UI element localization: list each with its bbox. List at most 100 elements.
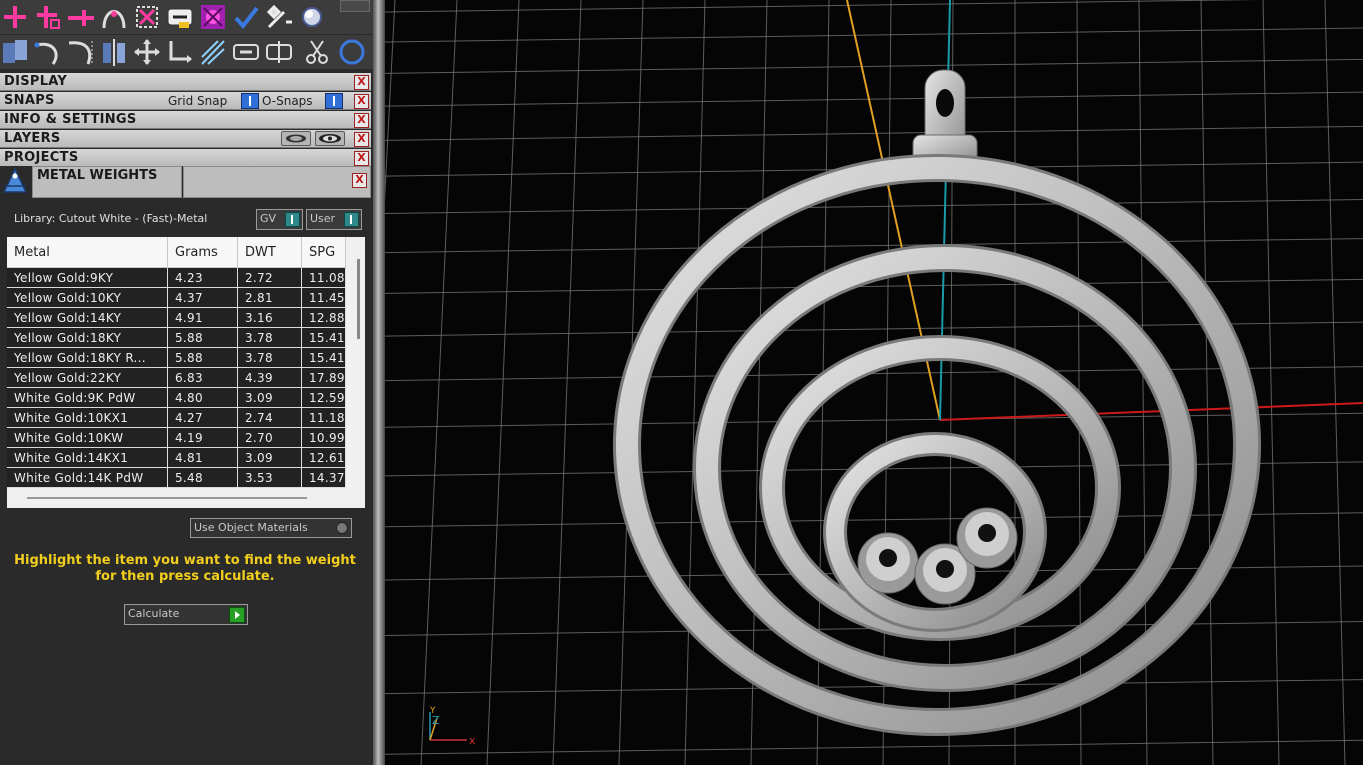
calculate-button[interactable]: Calculate: [124, 604, 248, 625]
table-row[interactable]: White Gold:14K PdW 5.48 3.53 14.37: [7, 467, 346, 488]
info-close-button[interactable]: X: [354, 113, 369, 128]
table-row[interactable]: White Gold:10KW 4.19 2.70 10.99: [7, 427, 346, 448]
add-point-grid-icon[interactable]: [33, 2, 63, 32]
spg-cell: 15.41: [301, 347, 346, 368]
grid-line: [385, 512, 1363, 528]
table-row[interactable]: Yellow Gold:22KY 6.83 4.39 17.89: [7, 367, 346, 388]
table-row[interactable]: White Gold:9K PdW 4.80 3.09 12.59: [7, 387, 346, 408]
sphere-icon[interactable]: [297, 2, 327, 32]
metal-cell: Yellow Gold:9KY: [7, 267, 168, 288]
viewport-canvas[interactable]: x Z Y: [385, 0, 1363, 765]
table-horizontal-scrollbar[interactable]: [27, 497, 307, 499]
table-row[interactable]: White Gold:14KX1 4.81 3.09 12.61: [7, 447, 346, 468]
grid-line: [420, 0, 458, 765]
o-snaps-toggle[interactable]: [325, 93, 343, 109]
dwt-cell: 3.09: [237, 447, 302, 468]
grid-line: [1324, 0, 1346, 765]
pendant-rings[interactable]: [613, 154, 1261, 736]
chain-link-icon[interactable]: [165, 2, 195, 32]
projects-section-header[interactable]: PROJECTS X: [0, 149, 371, 167]
spg-cell: 12.88: [301, 307, 346, 328]
projects-close-button[interactable]: X: [354, 151, 369, 166]
metal-cell: White Gold:14K PdW: [7, 467, 168, 488]
table-header-row: Metal Grams DWT SPG: [7, 237, 346, 268]
column-header-spg[interactable]: SPG: [301, 237, 346, 268]
sparkle-icon[interactable]: [198, 37, 228, 67]
snaps-section-header[interactable]: SNAPS Grid Snap O-Snaps X: [0, 92, 371, 110]
gv-label: GV: [260, 212, 277, 225]
add-point-icon[interactable]: [0, 2, 30, 32]
metal-weights-title-box: METAL WEIGHTS: [32, 166, 182, 198]
curve-icon[interactable]: [99, 2, 129, 32]
gv-toggle-button[interactable]: GV: [256, 209, 303, 230]
table-row[interactable]: Yellow Gold:9KY 4.23 2.72 11.08: [7, 267, 346, 288]
grid-line: [552, 0, 582, 765]
left-panel: DISPLAY X SNAPS Grid Snap O-Snaps X INFO…: [0, 0, 373, 765]
use-object-materials-toggle[interactable]: Use Object Materials: [190, 518, 352, 538]
grid-snap-toggle[interactable]: [241, 93, 259, 109]
column-header-metal[interactable]: Metal: [7, 237, 168, 268]
layer-visibility-icon[interactable]: [281, 131, 311, 146]
grams-cell: 4.23: [167, 267, 238, 288]
3d-viewport[interactable]: x Z Y: [385, 0, 1363, 765]
material-icon[interactable]: [198, 2, 228, 32]
metal-cell: White Gold:9K PdW: [7, 387, 168, 408]
table-row[interactable]: Yellow Gold:10KY 4.37 2.81 11.45: [7, 287, 346, 308]
info-section-header[interactable]: INFO & SETTINGS X: [0, 111, 371, 129]
metal-weights-close-button[interactable]: X: [352, 173, 367, 188]
split-link-icon[interactable]: [264, 37, 294, 67]
display-close-button[interactable]: X: [354, 75, 369, 90]
pendant-bail[interactable]: [912, 69, 978, 164]
arc-icon[interactable]: [33, 37, 63, 67]
circle-icon[interactable]: [337, 37, 367, 67]
layers-section-header[interactable]: LAYERS X: [0, 130, 371, 148]
link-icon[interactable]: [231, 37, 261, 67]
gizmo-y-label: Y: [429, 706, 436, 716]
grid-line: [385, 739, 1363, 755]
spg-cell: 10.99: [301, 427, 346, 448]
toolbar-row-2: [0, 35, 373, 69]
table-row[interactable]: White Gold:10KX1 4.27 2.74 11.18: [7, 407, 346, 428]
select-cross-icon[interactable]: [132, 2, 162, 32]
toolbar-corner-button[interactable]: [340, 0, 370, 12]
solid-icon[interactable]: [0, 37, 30, 67]
add-point-line-icon[interactable]: [66, 2, 96, 32]
tools-icon[interactable]: [264, 2, 294, 32]
layers-close-button[interactable]: X: [354, 132, 369, 147]
column-header-grams[interactable]: Grams: [167, 237, 238, 268]
snaps-close-button[interactable]: X: [354, 94, 369, 109]
projects-section-title: PROJECTS: [4, 150, 79, 165]
grams-cell: 5.88: [167, 347, 238, 368]
scissors-icon[interactable]: [302, 37, 332, 67]
grid-line: [750, 0, 768, 765]
bezier-icon[interactable]: [66, 37, 96, 67]
grid-line: [385, 125, 1363, 141]
move-icon[interactable]: [132, 37, 162, 67]
table-row[interactable]: Yellow Gold:14KY 4.91 3.16 12.88: [7, 307, 346, 328]
grams-cell: 4.80: [167, 387, 238, 408]
path-icon[interactable]: [165, 37, 195, 67]
grid-line: [684, 0, 706, 765]
display-section-header[interactable]: DISPLAY X: [0, 73, 371, 91]
dwt-cell: 2.72: [237, 267, 302, 288]
user-toggle-button[interactable]: User: [306, 209, 362, 230]
table-vertical-scrollbar[interactable]: [357, 259, 360, 339]
user-label: User: [310, 212, 336, 225]
column-header-dwt[interactable]: DWT: [237, 237, 302, 268]
grid-line: [385, 199, 1363, 215]
panel-splitter[interactable]: [373, 0, 385, 765]
mirror-icon[interactable]: [99, 37, 129, 67]
grid-line: [385, 0, 1259, 13]
play-arrow-icon: [229, 607, 245, 623]
grid-line: [882, 0, 892, 765]
radio-circle-icon: [336, 522, 348, 534]
instruction-text: Highlight the item you want to find the …: [10, 553, 360, 585]
info-section-title: INFO & SETTINGS: [4, 112, 137, 127]
metal-cell: Yellow Gold:14KY: [7, 307, 168, 328]
grid-snap-label: Grid Snap: [168, 94, 228, 108]
table-row[interactable]: Yellow Gold:18KY R... 5.88 3.78 15.41: [7, 347, 346, 368]
grams-cell: 4.37: [167, 287, 238, 308]
eye-icon[interactable]: [315, 131, 345, 146]
table-row[interactable]: Yellow Gold:18KY 5.88 3.78 15.41: [7, 327, 346, 348]
checkmark-icon[interactable]: [231, 2, 261, 32]
